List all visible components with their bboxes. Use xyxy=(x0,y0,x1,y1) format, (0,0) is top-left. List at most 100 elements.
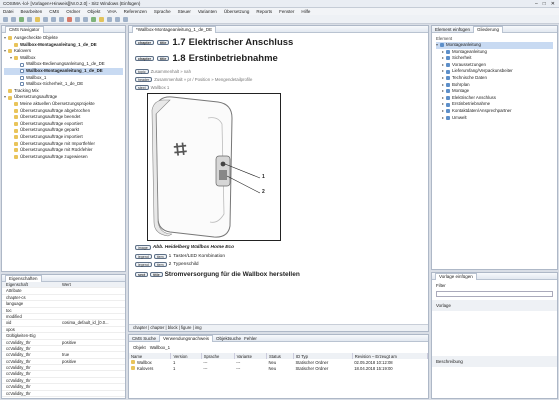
filter-input[interactable] xyxy=(436,291,553,297)
print-icon[interactable] xyxy=(27,16,32,22)
tree-item[interactable]: Wallbox-Bedienungsanleitung_1_de_DE xyxy=(4,61,123,68)
property-value xyxy=(62,327,125,332)
title-tag[interactable]: title xyxy=(156,40,170,45)
chapter-tag[interactable]: chapter xyxy=(135,40,154,45)
tree-item[interactable]: ▾ Übersetzungsaufträge xyxy=(4,94,123,101)
outline-item[interactable]: ▸ Technische Daten xyxy=(436,75,553,82)
tree-item[interactable]: Übersetzungsaufträge abgebrochen xyxy=(4,108,123,115)
paste-icon[interactable] xyxy=(59,16,64,22)
vorlage-list[interactable] xyxy=(432,311,557,356)
item-tag[interactable]: item xyxy=(153,254,167,259)
menu-hilfe[interactable]: Hilfe xyxy=(301,9,310,14)
folder-icon[interactable] xyxy=(35,16,40,22)
menu-reports[interactable]: Reports xyxy=(256,9,272,14)
tree-item[interactable]: ▾ Wallbox xyxy=(4,55,123,62)
outline-item[interactable]: ▸ Kontaktdaten/Ansprechpartner xyxy=(436,108,553,115)
redo-icon[interactable] xyxy=(83,16,88,22)
tab-objektsuche[interactable]: Objektsuche xyxy=(216,336,241,341)
item-tag[interactable]: item xyxy=(153,262,167,267)
legend-tag[interactable]: legend xyxy=(135,254,152,259)
maximize-button[interactable]: □ xyxy=(543,1,546,7)
menu-sprache[interactable]: Sprache xyxy=(154,9,171,14)
tab-element-einfuegen[interactable]: Element einfügen xyxy=(435,27,470,32)
folder-icon xyxy=(14,148,18,153)
outline-item[interactable]: ▸ Montage xyxy=(436,88,553,95)
tree-item[interactable]: ▾ Kalovers xyxy=(4,48,123,55)
tree-item[interactable]: Übersetzungsaufträge importiert xyxy=(4,134,123,141)
outline-item[interactable]: ▸ Voraussetzungen xyxy=(436,62,553,69)
menu-objekt[interactable]: Objekt xyxy=(87,9,100,14)
tree-item[interactable]: Tracking Mix xyxy=(4,88,123,95)
tree-item[interactable]: Meine aktuellen Übersetzungsprojekte xyxy=(4,101,123,108)
menu-bearbeiten[interactable]: Bearbeiten xyxy=(21,9,43,14)
tree-item[interactable]: Übersetzungsaufträge mit Rückfehler xyxy=(4,147,123,154)
stext-tag[interactable]: stext xyxy=(135,85,149,90)
outline-item[interactable]: ▸ Umwelt xyxy=(436,115,553,122)
close-button[interactable]: ✕ xyxy=(551,1,555,7)
tree-item[interactable]: Übersetzungsaufträge exportiert xyxy=(4,121,123,128)
preview-icon[interactable] xyxy=(123,16,128,22)
copy-icon[interactable] xyxy=(51,16,56,22)
refresh-icon[interactable] xyxy=(115,16,120,22)
sect-tag[interactable]: sect xyxy=(135,272,149,277)
tree-item[interactable]: ▾ Ausgecheckte Objekte xyxy=(4,35,123,42)
title-tag[interactable]: title xyxy=(150,272,163,277)
tab-vorlage-einfuegen[interactable]: Vorlage einfügen xyxy=(435,273,477,280)
outline-item[interactable]: ▸ Lieferumfang/Verpackunsbeiter xyxy=(436,68,553,75)
cut-icon[interactable] xyxy=(43,16,48,22)
outline-item[interactable]: ▸ Sicherheit xyxy=(436,55,553,62)
outline-item[interactable]: ▸ Elektrischer Anschluss xyxy=(436,95,553,102)
tree-item[interactable]: Übersetzungsaufträge geparkt xyxy=(4,127,123,134)
undo-icon[interactable] xyxy=(75,16,80,22)
tab-properties[interactable]: Eigenschaften xyxy=(5,275,42,282)
outline-item[interactable]: ▸ Montageanleitung xyxy=(436,49,553,56)
section-heading-text: Stromversorgung für die Wallbox herstell… xyxy=(164,271,300,278)
menu-ordner[interactable]: Ordner xyxy=(66,9,80,14)
tree-item[interactable]: Übersetzungsaufträge beendet xyxy=(4,114,123,121)
property-row[interactable]: ccValidity_thr xyxy=(2,391,125,398)
tree-item[interactable]: Wallbox-Sicherheit_1_de_DE xyxy=(4,81,123,88)
header-tag[interactable]: header xyxy=(135,77,153,82)
outline-item[interactable]: ▸ Bohrplan xyxy=(436,82,553,89)
tab-cms-suche[interactable]: CMS Suche xyxy=(132,336,156,341)
editor-content[interactable]: chapter title 1.7 Elektrischer Anschluss… xyxy=(129,33,428,331)
new-icon[interactable] xyxy=(3,16,8,22)
save-icon[interactable] xyxy=(19,16,24,22)
tree-item[interactable]: Wallbox-Montageanleitung_1_de_DE xyxy=(4,67,123,75)
checkin-icon[interactable] xyxy=(91,16,96,22)
menu-referenzen[interactable]: Referenzen xyxy=(124,9,147,14)
tab-editor-document[interactable]: *Wallbox-Montageanleitung_1_de_DE xyxy=(132,26,217,33)
open-icon[interactable] xyxy=(11,16,16,22)
menu-datei[interactable]: Datei xyxy=(3,9,14,14)
tree-item-label: Übersetzungsaufträge mit Rückfehler xyxy=(20,147,93,153)
tree-item[interactable]: Übersetzungsaufträge zugewiesen xyxy=(4,154,123,161)
menu-steuer[interactable]: Steuer xyxy=(178,9,191,14)
image-tag[interactable]: image xyxy=(135,245,151,250)
menu-fenster[interactable]: Fenster xyxy=(279,9,294,14)
delete-icon[interactable] xyxy=(67,16,72,22)
menu-cms[interactable]: CMS xyxy=(49,9,59,14)
tree-item-label: Wallbox xyxy=(20,54,36,60)
menu-uebersetzung[interactable]: Übersetzung xyxy=(224,9,250,14)
search-icon[interactable] xyxy=(107,16,112,22)
table-row[interactable]: Kalovers 1 --- --- Neu Statischer Ordner… xyxy=(129,365,428,371)
element-breadcrumb[interactable]: chapter | chapter | block | figure | img xyxy=(129,324,428,331)
tree-item[interactable]: Wallbox_1 xyxy=(4,75,123,82)
tab-gliederung[interactable]: Gliederung xyxy=(473,26,504,33)
chapter-tag[interactable]: chapter xyxy=(135,56,154,61)
tab-verwendungsnachweis[interactable]: Verwendungsnachweis xyxy=(159,335,214,342)
tree-item[interactable]: Übersetzungsaufträge mit Importfehler xyxy=(4,141,123,148)
tree-item[interactable]: Wallbox-Montageanleitung_1_de_DE xyxy=(4,42,123,49)
tab-fehler[interactable]: Fehler xyxy=(244,336,257,341)
minimize-button[interactable]: – xyxy=(535,1,538,7)
legend-tag[interactable]: legend xyxy=(135,262,152,267)
checkout-icon[interactable] xyxy=(99,16,104,22)
outline-item[interactable]: ▾ Montageanleitung xyxy=(436,42,553,49)
tab-cms-navigator[interactable]: CMS Navigator xyxy=(5,26,44,33)
topic-tag[interactable]: topic xyxy=(135,69,149,74)
title-tag[interactable]: title xyxy=(156,56,170,61)
wallbox-figure[interactable]: ⌗ 1 2 xyxy=(147,93,281,241)
menu-varianten[interactable]: Varianten xyxy=(198,9,217,14)
menu-vha[interactable]: VHA xyxy=(107,9,116,14)
outline-item[interactable]: ▸ Erstinbetriebnahme xyxy=(436,101,553,108)
